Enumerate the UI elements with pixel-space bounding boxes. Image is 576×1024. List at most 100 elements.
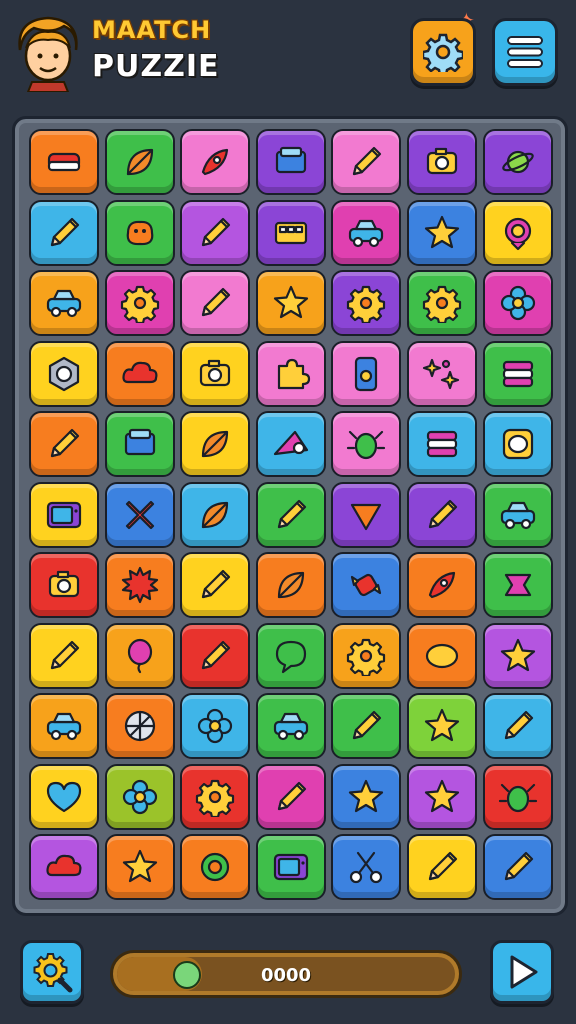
tile[interactable] [255, 199, 326, 266]
tile[interactable] [255, 129, 326, 195]
tile[interactable] [180, 340, 251, 407]
tile[interactable] [406, 834, 477, 900]
play-button[interactable] [490, 940, 554, 1004]
cheese-icon [273, 430, 308, 456]
tile[interactable] [255, 340, 326, 407]
pencil-icon [202, 569, 231, 599]
tile[interactable] [331, 622, 402, 689]
star-icon [122, 849, 157, 883]
tile[interactable] [255, 763, 326, 830]
tile[interactable] [255, 834, 326, 900]
tile[interactable] [29, 270, 99, 336]
tile[interactable] [406, 693, 477, 759]
tile[interactable] [482, 340, 553, 407]
game-title: MAATCH PUZZIE [92, 18, 220, 82]
tile[interactable] [406, 129, 477, 195]
gear-icon [423, 33, 463, 72]
tile[interactable] [255, 693, 326, 759]
tile[interactable] [104, 834, 175, 900]
tile[interactable] [180, 693, 251, 759]
gear-icon [422, 285, 462, 323]
hint-button[interactable] [20, 940, 84, 1004]
tile[interactable] [29, 129, 99, 195]
tile[interactable] [482, 763, 553, 830]
tile[interactable] [331, 129, 402, 195]
tile[interactable] [406, 763, 477, 830]
tile[interactable] [406, 481, 477, 548]
box-icon [275, 146, 306, 174]
tile[interactable] [180, 834, 251, 900]
tile[interactable] [29, 552, 99, 618]
tile[interactable] [482, 693, 553, 759]
tile[interactable] [255, 481, 326, 548]
tile[interactable] [180, 763, 251, 830]
car-icon [46, 289, 82, 318]
tile[interactable] [331, 411, 402, 477]
tile[interactable] [180, 552, 251, 618]
tile[interactable] [29, 340, 99, 407]
tile[interactable] [29, 693, 99, 759]
tile[interactable] [331, 481, 402, 548]
tile[interactable] [29, 199, 99, 266]
tile[interactable] [255, 552, 326, 618]
tile[interactable] [104, 622, 175, 689]
tile[interactable] [180, 270, 251, 336]
tile[interactable] [331, 552, 402, 618]
tile[interactable] [331, 763, 402, 830]
pencil-icon [202, 640, 231, 669]
tile[interactable] [331, 693, 402, 759]
oval-icon [425, 643, 459, 668]
tile[interactable] [104, 552, 175, 618]
tile[interactable] [29, 481, 99, 548]
tile[interactable] [104, 693, 175, 759]
tile[interactable] [104, 763, 175, 830]
tile[interactable] [29, 622, 99, 689]
tile[interactable] [104, 270, 175, 336]
burst-icon [121, 566, 158, 604]
tile[interactable] [29, 834, 99, 900]
tile[interactable] [482, 834, 553, 900]
tile[interactable] [29, 411, 99, 477]
settings-button[interactable] [410, 18, 476, 86]
nut-icon [48, 356, 80, 391]
radio-icon [274, 221, 307, 244]
tile[interactable] [255, 622, 326, 689]
tile[interactable] [482, 552, 553, 618]
tile[interactable] [482, 270, 553, 336]
tile[interactable] [104, 340, 175, 407]
tile[interactable] [180, 199, 251, 266]
tile[interactable] [29, 763, 99, 830]
tile[interactable] [180, 129, 251, 195]
pencil-icon [428, 499, 458, 528]
tile[interactable] [331, 340, 402, 407]
tile[interactable] [331, 270, 402, 336]
tile[interactable] [482, 411, 553, 477]
tile[interactable] [104, 411, 175, 477]
pencil-icon [353, 710, 382, 740]
tile[interactable] [331, 199, 402, 266]
tile[interactable] [482, 481, 553, 548]
tile[interactable] [180, 622, 251, 689]
tile[interactable] [104, 129, 175, 195]
tile[interactable] [406, 622, 477, 689]
tile[interactable] [406, 552, 477, 618]
tile[interactable] [406, 199, 477, 266]
tile[interactable] [406, 340, 477, 407]
tile[interactable] [482, 129, 553, 195]
tile[interactable] [255, 411, 326, 477]
leaf-icon [202, 501, 229, 528]
tile[interactable] [406, 411, 477, 477]
tile[interactable] [255, 270, 326, 336]
tile[interactable] [104, 481, 175, 548]
tile[interactable] [482, 622, 553, 689]
menu-button[interactable] [492, 18, 558, 86]
tile[interactable] [180, 411, 251, 477]
tile[interactable] [180, 481, 251, 548]
gear-icon [196, 779, 235, 817]
tile[interactable] [331, 834, 402, 900]
tile[interactable] [482, 199, 553, 266]
tile[interactable] [104, 199, 175, 266]
pencil-icon [428, 851, 458, 881]
stack-icon [426, 430, 458, 458]
tile[interactable] [406, 270, 477, 336]
